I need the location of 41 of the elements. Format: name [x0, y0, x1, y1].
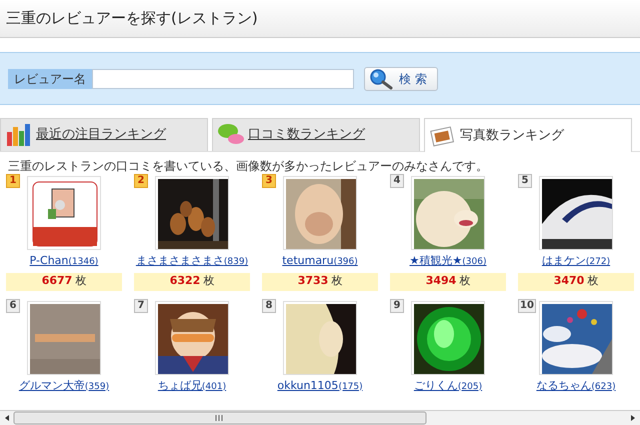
rank-number: 3 [262, 174, 276, 188]
photo-count: 6322 [170, 273, 200, 290]
rank-number: 9 [390, 298, 404, 312]
rank-number: 1 [6, 174, 20, 188]
rank-number: 2 [134, 174, 148, 188]
tab[interactable]: 写真数ランキング [424, 118, 632, 152]
reviewer-link[interactable]: tetumaru(396) [282, 253, 358, 270]
reviewer-link[interactable]: なるちゃん(623) [536, 378, 616, 394]
reviewer-link[interactable]: P-Chan(1346) [30, 253, 98, 270]
photo-count: 3733 [298, 273, 328, 290]
field-label: レビュアー名 [8, 68, 92, 88]
reviewer-link[interactable]: ごりくん(205) [414, 378, 482, 394]
reviewer-link[interactable]: okkun1105(175) [277, 378, 363, 394]
unit-label: 枚 [459, 273, 470, 290]
reviewer-link[interactable]: グルマン大帝(359) [18, 378, 110, 394]
reviewer-link[interactable]: はまケン(272) [542, 253, 610, 270]
unit-label: 枚 [331, 273, 342, 290]
unit-label: 枚 [203, 273, 214, 290]
tab[interactable]: 口コミ数ランキング [212, 118, 420, 151]
rank-number: 5 [518, 174, 532, 188]
unit-label: 枚 [587, 273, 598, 290]
reviewer-link[interactable]: ★積観光★(306) [410, 253, 486, 270]
rank-number: 6 [6, 298, 20, 312]
search-icon [369, 68, 393, 90]
search-button[interactable]: 検 索 [364, 66, 438, 90]
scrollbar[interactable] [0, 410, 640, 425]
rank-number: 7 [134, 298, 148, 312]
rank-number: 8 [262, 298, 276, 312]
page-title: 三重のレビュアーを探す(レストラン) [6, 8, 258, 30]
photo-count: 3494 [426, 273, 456, 290]
photo-count: 3470 [554, 273, 584, 290]
reviewer-link[interactable]: まさまさまさまさ(839) [136, 253, 248, 270]
search-field[interactable] [92, 68, 354, 88]
photo-count: 6677 [42, 273, 72, 290]
bar-chart-icon [5, 122, 32, 148]
tab[interactable]: 最近の注目ランキング [0, 118, 208, 151]
rank-number: 4 [390, 174, 404, 188]
reviewer-link[interactable]: ちょば兄(401) [158, 378, 226, 394]
unit-label: 枚 [75, 273, 86, 290]
rank-number: 10 [518, 298, 536, 312]
description: 三重のレストランの口コミを書いている、画像数が多かったレビュアーのみなさんです。 [7, 158, 489, 174]
